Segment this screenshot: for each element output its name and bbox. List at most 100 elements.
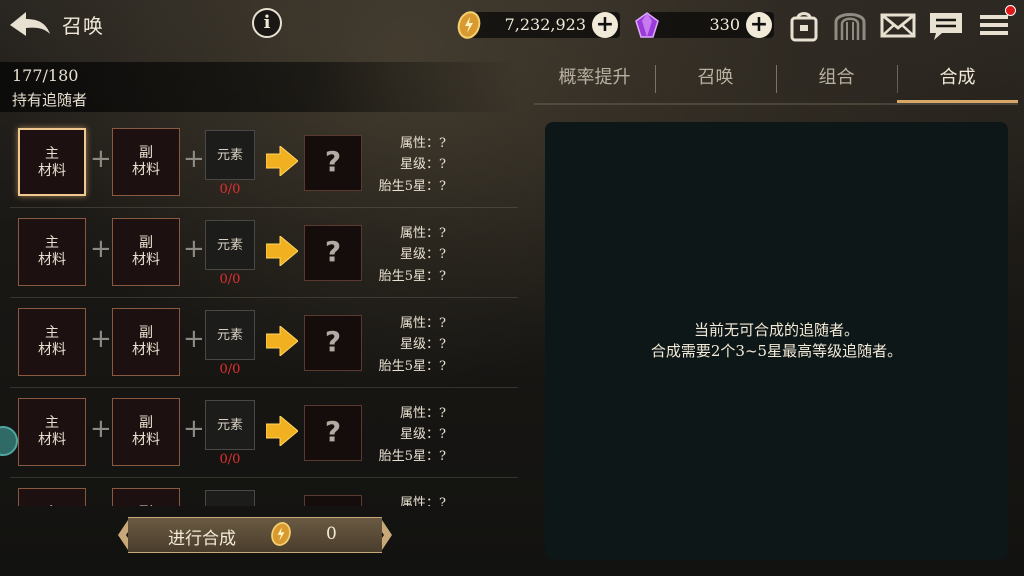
- sub-material-label-line-1: 副: [113, 505, 179, 506]
- gem-currency: 330 +: [635, 12, 774, 38]
- tab-3[interactable]: 组合: [776, 55, 897, 103]
- result-placeholder: ?: [324, 325, 342, 358]
- main-material-slot[interactable]: 主材料: [18, 128, 86, 196]
- main-material-label-line-2: 材料: [38, 432, 66, 448]
- gold-amount: 7,232,923: [504, 15, 586, 34]
- tab-1[interactable]: 概率提升: [534, 55, 655, 103]
- plus-icon: +: [90, 504, 112, 506]
- sub-material-slot[interactable]: 副材料: [112, 488, 180, 506]
- synthesis-row: 主材料 + 副材料 + 元素 0/0? 属性：? 星级：? 胎生5星：?: [10, 210, 518, 298]
- main-material-label-line-1: 主: [45, 325, 59, 341]
- bag-button[interactable]: [786, 8, 822, 42]
- element-slot[interactable]: 元素: [205, 220, 255, 270]
- empty-message-line-2: 合成需要2个3~5星最高等级追随者。: [650, 342, 903, 360]
- element-slot[interactable]: 元素: [205, 400, 255, 450]
- tab-2[interactable]: 召唤: [655, 55, 776, 103]
- main-material-label-line-1: 主: [45, 235, 59, 251]
- element-count: 0/0: [219, 272, 241, 287]
- attribute-text: 属性：?: [400, 496, 446, 506]
- born-5star-text: 胎生5星：?: [378, 359, 446, 374]
- info-button[interactable]: i: [252, 8, 282, 38]
- result-slot: ?: [304, 135, 362, 191]
- synthesis-row: 主材料 + 副材料 + 元素 0/0? 属性：? 星级：? 胎生5星：?: [10, 300, 518, 388]
- plus-icon: +: [183, 504, 205, 506]
- main-material-label: 主材料: [19, 325, 85, 359]
- synthesis-list[interactable]: 主材料 + 副材料 + 元素 0/0? 属性：? 星级：? 胎生5星：? 主材料 + 副材料 + 元素 0/…: [10, 120, 518, 506]
- follower-count-panel: 177/180 持有追随者: [0, 62, 520, 112]
- arrow-right-icon: [266, 416, 298, 446]
- result-slot: ?: [304, 495, 362, 506]
- tab-bar: 概率提升 召唤 组合 合成: [534, 55, 1018, 107]
- sub-material-slot[interactable]: 副材料: [112, 308, 180, 376]
- born-5star-text: 胎生5星：?: [378, 449, 446, 464]
- sub-material-label-line-2: 材料: [132, 432, 160, 448]
- main-material-label-line-1: 主: [45, 146, 59, 162]
- element-count: 0/0: [219, 362, 241, 377]
- result-slot: ?: [304, 225, 362, 281]
- sub-material-label: 副材料: [113, 505, 179, 506]
- main-material-label: 主材料: [19, 235, 85, 269]
- element-count: 0/0: [219, 182, 241, 197]
- follower-count: 177/180: [12, 66, 79, 85]
- sub-material-label: 副材料: [113, 415, 179, 449]
- main-material-label: 主材料: [19, 415, 85, 449]
- sub-material-label-line-1: 副: [139, 415, 153, 431]
- sub-material-label-line-1: 副: [139, 235, 153, 251]
- synthesize-cost: 0: [326, 524, 337, 544]
- main-material-slot[interactable]: 主材料: [18, 308, 86, 376]
- sub-material-slot[interactable]: 副材料: [112, 128, 180, 196]
- gate-icon: [834, 13, 866, 40]
- mail-icon: [880, 13, 916, 38]
- result-placeholder: ?: [324, 415, 342, 448]
- gold-currency: 7,232,923 +: [457, 11, 620, 39]
- menu-button[interactable]: [978, 5, 1016, 42]
- gem-amount: 330: [709, 15, 740, 34]
- gate-button[interactable]: [832, 8, 868, 42]
- main-material-slot[interactable]: 主材料: [18, 398, 86, 466]
- empty-message: 当前无可合成的追随者。 合成需要2个3~5星最高等级追随者。: [545, 320, 1008, 362]
- born-5star-text: 胎生5星：?: [378, 179, 446, 194]
- follower-count-label: 持有追随者: [12, 91, 88, 109]
- notification-dot: [1005, 5, 1016, 16]
- add-gem-button[interactable]: +: [746, 12, 772, 38]
- main-material-slot[interactable]: 主材料: [18, 218, 86, 286]
- attribute-text: 属性：?: [400, 136, 446, 151]
- element-slot[interactable]: 元素: [205, 310, 255, 360]
- element-slot[interactable]: 元素: [205, 490, 255, 506]
- result-placeholder: ?: [324, 235, 342, 268]
- plus-icon: +: [90, 414, 112, 444]
- attribute-text: 属性：?: [400, 226, 446, 241]
- element-slot[interactable]: 元素: [205, 130, 255, 180]
- add-gold-button[interactable]: +: [592, 12, 618, 38]
- synthesize-label: 进行合成: [168, 529, 236, 549]
- element-label: 元素: [216, 238, 243, 253]
- born-5star-text: 胎生5星：?: [378, 269, 446, 284]
- bag-icon: [790, 12, 818, 42]
- sub-material-slot[interactable]: 副材料: [112, 398, 180, 466]
- sub-material-label: 副材料: [113, 235, 179, 269]
- main-material-label-line-2: 材料: [38, 163, 66, 179]
- back-arrow-icon: [10, 12, 50, 36]
- arrow-right-icon: [266, 326, 298, 356]
- tab-4[interactable]: 合成: [897, 55, 1018, 103]
- synthesize-button[interactable]: 进行合成 0: [118, 517, 392, 553]
- empty-message-line-1: 当前无可合成的追随者。: [693, 321, 859, 339]
- star-level-text: 星级：?: [400, 247, 446, 262]
- tab-baseline: [534, 103, 1018, 105]
- mail-button[interactable]: [880, 8, 916, 42]
- plus-icon: +: [183, 234, 205, 264]
- sub-material-label: 副材料: [113, 325, 179, 359]
- main-material-slot[interactable]: 主材料: [18, 488, 86, 506]
- star-level-text: 星级：?: [400, 427, 446, 442]
- plus-icon: +: [183, 414, 205, 444]
- chat-button[interactable]: [928, 8, 964, 42]
- back-button[interactable]: [6, 8, 54, 42]
- arrow-right-icon: [266, 236, 298, 266]
- top-bar: 召唤 i 7,232,923 + 330 +: [0, 0, 1024, 50]
- sub-material-label: 副材料: [113, 145, 179, 179]
- gold-coin-icon: [457, 11, 481, 39]
- synthesize-button-bg: [128, 517, 382, 553]
- sub-material-label-line-1: 副: [139, 325, 153, 341]
- sub-material-slot[interactable]: 副材料: [112, 218, 180, 286]
- plus-icon: +: [90, 234, 112, 264]
